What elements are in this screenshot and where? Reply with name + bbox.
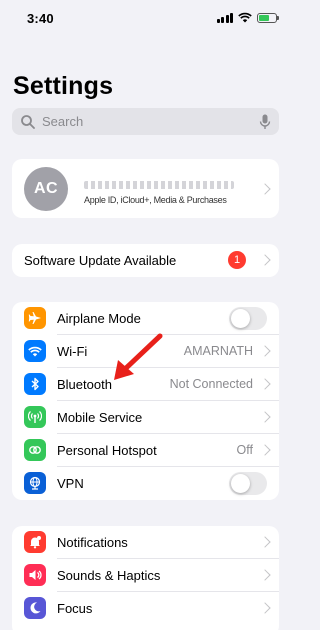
software-update-label: Software Update Available [24,253,177,268]
search-placeholder: Search [42,114,84,129]
mobile-service-label: Mobile Service [57,410,143,425]
personal-hotspot-label: Personal Hotspot [57,443,157,458]
search-icon [21,114,35,129]
bluetooth-icon [24,373,46,395]
search-field[interactable]: Search [12,108,279,135]
sounds-haptics-label: Sounds & Haptics [57,568,161,583]
hotspot-icon [24,439,46,461]
sounds-haptics-row[interactable]: Sounds & Haptics [12,559,279,592]
chevron-right-icon [259,345,271,357]
antenna-icon [24,406,46,428]
status-bar: 3:40 [0,0,291,40]
red-annotation-arrow-icon [114,333,163,380]
vpn-toggle[interactable] [229,472,267,495]
chevron-right-icon [259,183,271,195]
wifi-value: AMARNATH [183,344,253,358]
notifications-group: Notifications Sounds & Haptics Focus [12,526,279,630]
status-time: 3:40 [27,11,54,26]
notifications-label: Notifications [57,535,128,550]
microphone-icon[interactable] [259,114,271,130]
speaker-icon [24,564,46,586]
bell-icon [24,531,46,553]
avatar: AC [24,167,68,211]
status-icons [216,12,279,23]
profile-subtitle: Apple ID, iCloud+, Media & Purchases [84,195,227,205]
update-badge: 1 [228,251,246,269]
apple-id-card[interactable]: AC Apple ID, iCloud+, Media & Purchases [12,159,279,218]
wifi-label: Wi-Fi [57,344,88,359]
airplane-mode-toggle[interactable] [229,307,267,330]
cellular-signal-icon [216,12,233,23]
airplane-mode-row: Airplane Mode [12,302,279,335]
chevron-right-icon [259,569,271,581]
chevron-right-icon [259,411,271,423]
wifi-icon [24,340,46,362]
chevron-right-icon [259,378,271,390]
globe-icon [24,472,46,494]
bluetooth-value: Not Connected [169,377,253,391]
chevron-right-icon [259,254,271,266]
chevron-right-icon [259,536,271,548]
notifications-row[interactable]: Notifications [12,526,279,559]
mobile-service-row[interactable]: Mobile Service [12,401,279,434]
airplane-mode-label: Airplane Mode [57,311,141,326]
software-update-row[interactable]: Software Update Available 1 [12,244,279,277]
focus-label: Focus [57,601,93,616]
personal-hotspot-value: Off [236,443,253,457]
vpn-row: VPN [12,467,279,500]
battery-icon [257,12,279,23]
profile-name-redacted [84,181,234,189]
personal-hotspot-row[interactable]: Personal Hotspot Off [12,434,279,467]
page-title: Settings [13,72,114,100]
chevron-right-icon [259,444,271,456]
wifi-status-icon [238,12,252,23]
chevron-right-icon [259,602,271,614]
bluetooth-label: Bluetooth [57,377,112,392]
moon-icon [24,597,46,619]
airplane-icon [24,307,46,329]
vpn-label: VPN [57,476,84,491]
focus-row[interactable]: Focus [12,592,279,625]
